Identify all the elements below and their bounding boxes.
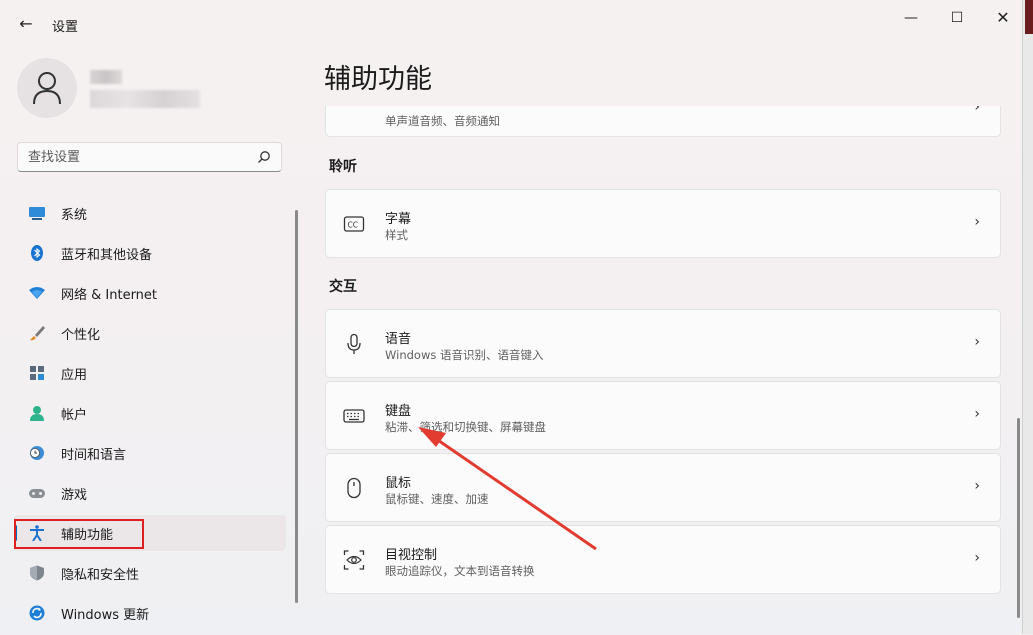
card-title: 语音 (385, 332, 412, 347)
title-bar: ← 设置 — ☐ ✕ (0, 0, 1022, 48)
sidebar-item-label: 时间和语言 (61, 448, 127, 463)
card-subtitle: 单声道音频、音频通知 (385, 114, 500, 128)
blurred-email (90, 90, 200, 108)
sidebar-item-personalization[interactable]: 个性化 (14, 315, 286, 351)
sidebar-item-label: Windows 更新 (61, 608, 150, 623)
close-icon: ✕ (996, 8, 1010, 27)
card-title: 字幕 (385, 212, 412, 227)
search-icon[interactable] (257, 150, 271, 164)
gamepad-icon (29, 489, 45, 498)
card-eye-control[interactable]: 目视控制 眼动追踪仪，文本到语音转换 › (325, 525, 1001, 594)
page-title: 辅助功能 (324, 64, 432, 95)
account-icon (30, 406, 44, 421)
blurred-username (90, 70, 122, 84)
background-desktop (1023, 0, 1033, 634)
card-title: 鼠标 (385, 476, 412, 491)
chevron-right-icon: › (974, 406, 980, 422)
card-subtitle: Windows 语音识别、语音键入 (385, 348, 544, 362)
close-button[interactable]: ✕ (980, 8, 1026, 28)
sidebar-scrollbar[interactable] (295, 210, 298, 603)
bluetooth-icon (31, 245, 43, 261)
wifi-icon (29, 287, 45, 299)
sidebar-item-label: 应用 (61, 368, 88, 383)
back-button[interactable]: ← (16, 14, 36, 34)
chevron-right-icon: › (974, 550, 980, 566)
card-title: 目视控制 (385, 548, 438, 563)
section-label-interaction: 交互 (329, 279, 357, 295)
card-subtitle: 粘滞、筛选和切换键、屏幕键盘 (385, 420, 546, 434)
back-arrow-icon: ← (19, 14, 33, 33)
sidebar-nav: 系统 蓝牙和其他设备 网络 & Internet 个性化 应用 帐户 时间和语言 (14, 195, 286, 635)
settings-window: ← 设置 — ☐ ✕ 系统 蓝牙和其他设备 网络 & Internet (0, 0, 1023, 634)
card-subtitle: 鼠标键、速度、加速 (385, 492, 489, 506)
chevron-right-icon: › (974, 478, 980, 494)
card-mouse[interactable]: 鼠标 鼠标键、速度、加速 › (325, 453, 1001, 522)
sidebar-item-label: 隐私和安全性 (61, 568, 140, 583)
card-subtitle: 样式 (385, 228, 408, 242)
sidebar-item-label: 帐户 (61, 408, 88, 423)
sidebar-item-label: 系统 (61, 208, 88, 223)
avatar[interactable] (17, 58, 77, 118)
background-window-edge (1025, 0, 1033, 34)
sidebar-item-bluetooth[interactable]: 蓝牙和其他设备 (14, 235, 286, 271)
user-icon (33, 72, 61, 105)
maximize-button[interactable]: ☐ (934, 8, 980, 28)
card-subtitle: 眼动追踪仪，文本到语音转换 (385, 564, 535, 578)
eye-control-icon (343, 550, 365, 570)
microphone-icon (347, 333, 361, 354)
sidebar-item-system[interactable]: 系统 (14, 195, 286, 231)
sidebar-item-label: 游戏 (61, 488, 88, 503)
minimize-button[interactable]: — (888, 8, 934, 28)
sidebar-item-privacy[interactable]: 隐私和安全性 (14, 555, 286, 591)
card-audio[interactable]: 单声道音频、音频通知 › (325, 106, 1001, 137)
chevron-right-icon: › (974, 214, 980, 230)
main-content: 单声道音频、音频通知 › 聆听 CC 字幕 样式 › 交互 语音 Windows… (325, 106, 1001, 634)
sidebar-item-gaming[interactable]: 游戏 (14, 475, 286, 511)
section-label-hearing: 聆听 (329, 159, 357, 175)
annotation-highlight-box (14, 519, 144, 549)
search-box[interactable] (17, 142, 282, 172)
card-keyboard[interactable]: 键盘 粘滞、筛选和切换键、屏幕键盘 › (325, 381, 1001, 450)
mouse-icon (347, 477, 361, 499)
minimize-icon: — (904, 10, 918, 26)
sidebar-item-label: 蓝牙和其他设备 (61, 248, 153, 263)
sidebar-item-network[interactable]: 网络 & Internet (14, 275, 286, 311)
card-captions[interactable]: CC 字幕 样式 › (325, 189, 1001, 258)
chevron-right-icon: › (974, 106, 980, 115)
captions-icon: CC (343, 216, 365, 232)
maximize-icon: ☐ (950, 10, 964, 26)
chevron-right-icon: › (974, 334, 980, 350)
apps-icon (30, 366, 44, 380)
brush-icon (30, 326, 45, 341)
sidebar-item-windows-update[interactable]: Windows 更新 (14, 595, 286, 631)
app-title: 设置 (52, 20, 79, 35)
sidebar-item-label: 网络 & Internet (61, 288, 158, 303)
sidebar-item-apps[interactable]: 应用 (14, 355, 286, 391)
sidebar-item-accounts[interactable]: 帐户 (14, 395, 286, 431)
update-icon (29, 605, 45, 621)
shield-icon (30, 565, 44, 581)
card-title: 键盘 (385, 404, 412, 419)
svg-text:CC: CC (348, 221, 358, 230)
sidebar-item-time-language[interactable]: 时间和语言 (14, 435, 286, 471)
search-input[interactable] (28, 148, 248, 166)
main-scrollbar[interactable] (1017, 418, 1020, 618)
clock-globe-icon (30, 446, 44, 460)
keyboard-icon (343, 409, 365, 423)
card-speech[interactable]: 语音 Windows 语音识别、语音键入 › (325, 309, 1001, 378)
sidebar-item-label: 个性化 (61, 328, 101, 343)
system-icon (29, 207, 45, 220)
